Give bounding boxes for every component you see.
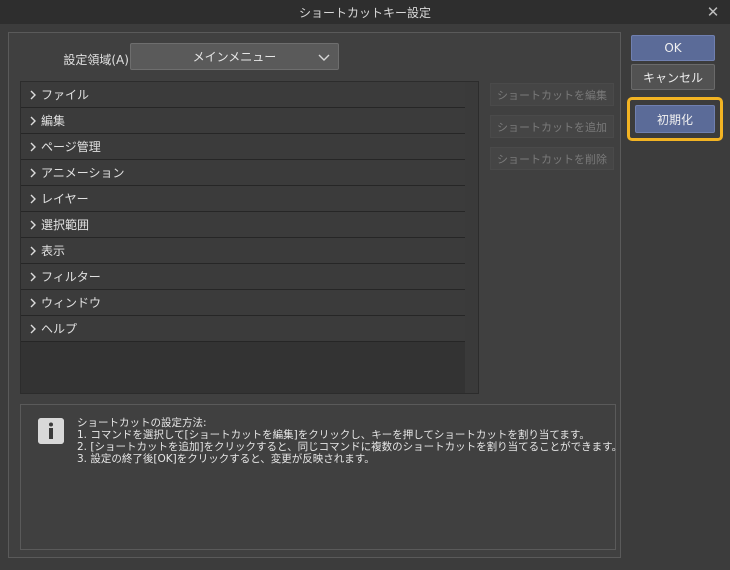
main-panel: 設定領域(A): メインメニュー ファイル 編集 ページ管理 アニメーション レ…	[8, 32, 622, 558]
chevron-right-icon	[30, 246, 36, 255]
tree-item-label: 表示	[41, 244, 66, 258]
chevron-right-icon	[30, 298, 36, 307]
tree-item-file[interactable]: ファイル	[21, 82, 467, 108]
edit-shortcut-button[interactable]: ショートカットを編集	[490, 83, 614, 106]
chevron-down-icon	[318, 54, 330, 61]
tree-item-page-management[interactable]: ページ管理	[21, 134, 467, 160]
delete-shortcut-button[interactable]: ショートカットを削除	[490, 147, 614, 170]
tree-item-label: レイヤー	[41, 192, 89, 206]
settings-area-label: 設定領域(A):	[63, 53, 133, 67]
window-title: ショートカットキー設定	[298, 5, 431, 20]
tree-item-label: アニメーション	[41, 166, 125, 180]
ok-button[interactable]: OK	[631, 35, 715, 61]
tree-item-selection[interactable]: 選択範囲	[21, 212, 467, 238]
chevron-right-icon	[30, 116, 36, 125]
tree-item-label: ファイル	[41, 88, 90, 102]
cancel-button[interactable]: キャンセル	[631, 64, 715, 90]
add-shortcut-button[interactable]: ショートカットを追加	[490, 115, 614, 138]
help-text-line: 2. [ショートカットを追加]をクリックすると、同じコマンドに複数のショートカッ…	[77, 441, 623, 453]
tree-item-label: フィルター	[41, 270, 101, 284]
reset-highlight: 初期化	[627, 97, 723, 141]
title-bar: ショートカットキー設定 ✕	[0, 0, 730, 24]
tree-item-filter[interactable]: フィルター	[21, 264, 467, 290]
tree-item-label: 選択範囲	[41, 218, 90, 232]
chevron-right-icon	[30, 220, 36, 229]
help-text-line: 3. 設定の終了後[OK]をクリックすると、変更が反映されます。	[77, 453, 375, 465]
settings-area-dropdown[interactable]: メインメニュー	[130, 43, 339, 70]
tree-item-label: ヘルプ	[41, 322, 78, 336]
help-info-box: ショートカットの設定方法: 1. コマンドを選択して[ショートカットを編集]をク…	[20, 404, 622, 550]
chevron-right-icon	[30, 142, 36, 151]
tree-item-window[interactable]: ウィンドウ	[21, 290, 467, 316]
help-text-line: ショートカットの設定方法:	[77, 417, 207, 429]
command-tree: ファイル 編集 ページ管理 アニメーション レイヤー 選択範囲 表示 フィルター…	[20, 81, 479, 394]
chevron-right-icon	[30, 194, 36, 203]
tree-scrollbar[interactable]	[465, 82, 478, 393]
shortcut-settings-dialog: ショートカットキー設定 ✕ 設定領域(A): メインメニュー ファイル 編集 ペ…	[0, 0, 730, 570]
tree-item-label: 編集	[41, 114, 66, 128]
tree-item-view[interactable]: 表示	[21, 238, 467, 264]
chevron-right-icon	[30, 324, 36, 333]
tree-item-label: ページ管理	[41, 140, 101, 154]
tree-item-label: ウィンドウ	[41, 296, 102, 310]
chevron-right-icon	[30, 90, 36, 99]
settings-area-selected: メインメニュー	[192, 50, 277, 64]
help-text: ショートカットの設定方法: 1. コマンドを選択して[ショートカットを編集]をク…	[77, 417, 622, 465]
reset-button[interactable]: 初期化	[635, 105, 715, 133]
tree-item-layer[interactable]: レイヤー	[21, 186, 467, 212]
chevron-right-icon	[30, 168, 36, 177]
tree-item-help[interactable]: ヘルプ	[21, 316, 467, 342]
close-icon[interactable]: ✕	[704, 2, 722, 22]
tree-item-animation[interactable]: アニメーション	[21, 160, 467, 186]
chevron-right-icon	[30, 272, 36, 281]
tree-item-edit[interactable]: 編集	[21, 108, 467, 134]
info-icon	[38, 418, 64, 444]
help-text-line: 1. コマンドを選択して[ショートカットを編集]をクリックし、キーを押してショー…	[77, 429, 590, 441]
